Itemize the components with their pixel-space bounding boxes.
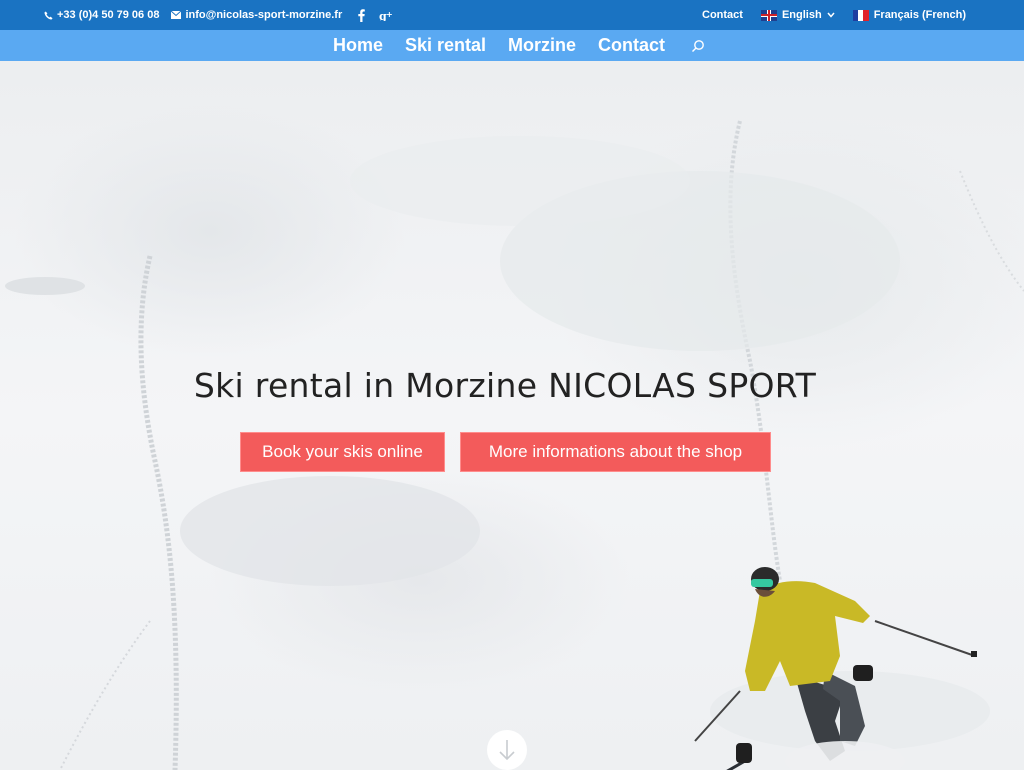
chevron-down-icon	[827, 12, 835, 18]
language-alt: Français (French)	[873, 9, 966, 21]
arrow-down-icon	[499, 740, 515, 761]
nav-item-contact[interactable]: Contact	[598, 32, 665, 59]
nav-item-home[interactable]: Home	[332, 32, 383, 64]
social-links: g +	[358, 8, 393, 22]
snow-slope-skier-image	[5, 120, 1024, 770]
phone-icon	[44, 10, 53, 20]
envelope-icon	[171, 11, 182, 19]
nav-item-morzine[interactable]: Morzine	[508, 32, 576, 59]
search-icon	[692, 39, 704, 52]
topbar-contact-link[interactable]: Contact	[702, 9, 743, 21]
language-alt-link[interactable]: Français (French)	[852, 9, 966, 21]
email-contact[interactable]: info@nicolas-sport-morzine.fr	[171, 9, 342, 21]
shop-info-button[interactable]: More informations about the shop	[460, 432, 771, 472]
nav-item-ski-rental[interactable]: Ski rental	[405, 32, 486, 59]
search-button[interactable]	[691, 39, 705, 53]
top-bar: +33 (0)4 50 79 06 08 info@nicolas-sport-…	[0, 0, 1024, 30]
email-address: info@nicolas-sport-morzine.fr	[185, 9, 343, 21]
france-flag-icon	[852, 9, 869, 21]
uk-flag-icon	[760, 9, 777, 21]
language-current: English	[781, 9, 822, 21]
phone-number: +33 (0)4 50 79 06 08	[57, 9, 160, 21]
phone-contact[interactable]: +33 (0)4 50 79 06 08	[44, 9, 159, 21]
svg-text:+: +	[386, 10, 393, 19]
language-selector[interactable]: English	[760, 9, 835, 21]
main-nav: Home Ski rental Morzine Contact	[0, 30, 1024, 64]
hero-title: Ski rental in Morzine NICOLAS SPORT	[193, 366, 817, 405]
book-skis-button[interactable]: Book your skis online	[240, 432, 445, 472]
facebook-icon[interactable]	[358, 8, 366, 22]
google-plus-icon[interactable]: g +	[379, 10, 393, 21]
scroll-down-button[interactable]	[487, 730, 527, 770]
hero-section: Ski rental in Morzine NICOLAS SPORT Book…	[0, 61, 1024, 770]
